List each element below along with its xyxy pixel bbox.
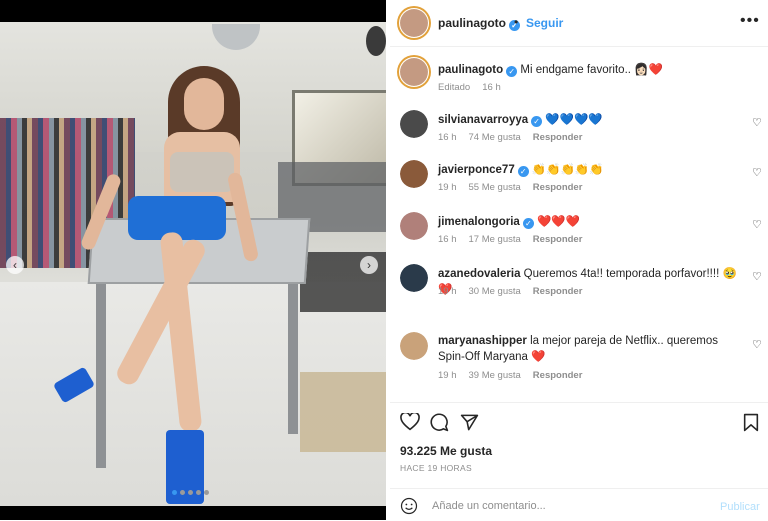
carousel-dot[interactable]	[188, 490, 193, 495]
publish-button[interactable]: Publicar	[720, 501, 760, 513]
carousel-dot[interactable]	[204, 490, 209, 495]
follow-button[interactable]: Seguir	[526, 16, 563, 30]
photo-table-leg	[96, 278, 106, 468]
comment-time: 19 h	[438, 182, 457, 193]
comment-meta: 19 h 30 Me gusta Responder	[438, 286, 594, 297]
caption-edited-label: Editado	[438, 82, 471, 93]
comment-time: 19 h	[438, 370, 457, 381]
reply-button[interactable]: Responder	[533, 234, 583, 245]
commenter-avatar[interactable]	[400, 212, 428, 240]
comment-meta: 19 h 55 Me gusta Responder	[438, 182, 594, 193]
comment-likes[interactable]: 30 Me gusta	[469, 286, 521, 297]
comment-like-heart-icon[interactable]: ♡	[752, 166, 762, 179]
emoji-smiley-icon[interactable]	[400, 497, 418, 515]
comment-username[interactable]: azanedovaleria	[438, 268, 520, 280]
post-date[interactable]: HACE 19 HORAS	[400, 463, 472, 473]
comment-meta: 19 h 39 Me gusta Responder	[438, 370, 594, 381]
caption-body: Mi endgame favorito..	[520, 64, 635, 76]
verified-badge-icon: ✓	[522, 218, 534, 229]
comment-emoji: ❤️❤️❤️	[537, 214, 580, 228]
comment-like-heart-icon[interactable]: ♡	[752, 338, 762, 351]
comment-text: jimenalongoria ✓ ❤️❤️❤️	[438, 214, 738, 230]
reply-button[interactable]: Responder	[533, 182, 583, 193]
more-options-icon[interactable]: •••	[740, 12, 760, 30]
carousel-next-button[interactable]: ›	[360, 256, 378, 274]
carousel-dot[interactable]	[172, 490, 177, 495]
comment-emoji: ❤️	[531, 349, 546, 363]
comment-like-heart-icon[interactable]: ♡	[752, 116, 762, 129]
caption-time: 16 h	[482, 82, 501, 93]
comment-like-heart-icon[interactable]: ♡	[752, 218, 762, 231]
comment-emoji: 💙💙💙💙	[545, 112, 603, 126]
photo-person-top	[170, 152, 234, 192]
verified-badge-icon: ✓	[531, 116, 543, 127]
caption-emoji: 👩🏻‍❤️	[634, 62, 663, 76]
author-avatar[interactable]	[400, 9, 428, 37]
caption-meta: Editado 16 h	[438, 82, 513, 93]
post-header: paulinagoto ✓ • Seguir •••	[390, 0, 768, 47]
post-media-pane: ‹ ›	[0, 0, 386, 520]
share-paper-plane-icon[interactable]	[460, 413, 479, 432]
comment-composer: Publicar	[390, 488, 768, 521]
author-avatar[interactable]	[400, 58, 428, 86]
photo-person-face	[184, 78, 224, 130]
commenter-avatar[interactable]	[400, 160, 428, 188]
comment-like-heart-icon[interactable]: ♡	[752, 270, 762, 283]
comment-input[interactable]	[430, 495, 704, 517]
photo-table-leg	[288, 274, 298, 434]
comment-text: silvianavarroyya ✓ 💙💙💙💙	[438, 112, 738, 128]
comment-emoji: 👏👏👏👏👏	[531, 162, 604, 176]
like-heart-icon[interactable]	[400, 413, 420, 431]
comment-text: maryanashipper la mejor pareja de Netfli…	[438, 334, 738, 365]
verified-badge-icon: ✓	[517, 166, 529, 177]
commenter-avatar[interactable]	[400, 264, 428, 292]
carousel-dots	[172, 490, 209, 495]
photo-director-chair	[300, 252, 386, 452]
comment-likes[interactable]: 74 Me gusta	[469, 132, 521, 143]
post-actions	[390, 402, 768, 441]
commenter-avatar[interactable]	[400, 110, 428, 138]
post-photo[interactable]	[0, 22, 386, 506]
reply-button[interactable]: Responder	[533, 286, 583, 297]
commenter-avatar[interactable]	[400, 332, 428, 360]
comment-meta: 16 h 74 Me gusta Responder	[438, 132, 594, 143]
caption-text: paulinagoto ✓ Mi endgame favorito.. 👩🏻‍❤️	[438, 62, 738, 78]
comment-text: javierponce77 ✓ 👏👏👏👏👏	[438, 162, 738, 178]
comment-likes[interactable]: 55 Me gusta	[469, 182, 521, 193]
verified-badge-icon: ✓	[506, 66, 518, 77]
save-bookmark-icon[interactable]	[743, 413, 759, 432]
reply-button[interactable]: Responder	[533, 132, 583, 143]
caption-username[interactable]: paulinagoto	[438, 64, 503, 76]
comment-time: 16 h	[438, 234, 457, 245]
post-sidebar: paulinagoto ✓ • Seguir ••• paulinagoto ✓ M…	[390, 0, 768, 520]
comment-bubble-icon[interactable]	[430, 413, 449, 432]
comment-body: Queremos 4ta!! temporada porfavor!!!!	[523, 268, 720, 280]
reply-button[interactable]: Responder	[533, 370, 583, 381]
carousel-prev-button[interactable]: ‹	[6, 256, 24, 274]
comment-username[interactable]: silvianavarroyya	[438, 114, 528, 126]
photo-clock	[366, 26, 386, 56]
carousel-dot[interactable]	[180, 490, 185, 495]
comment-time: 19 h	[438, 286, 457, 297]
comment-likes[interactable]: 39 Me gusta	[469, 370, 521, 381]
comment-username[interactable]: jimenalongoria	[438, 216, 520, 228]
comment-likes[interactable]: 17 Me gusta	[469, 234, 521, 245]
comment-meta: 16 h 17 Me gusta Responder	[438, 234, 594, 245]
likes-count[interactable]: 93.225 Me gusta	[400, 444, 492, 458]
header-separator: •	[514, 15, 519, 29]
author-username[interactable]: paulinagoto ✓	[438, 16, 520, 31]
comment-time: 16 h	[438, 132, 457, 143]
comment-username[interactable]: javierponce77	[438, 164, 515, 176]
carousel-dot[interactable]	[196, 490, 201, 495]
comment-username[interactable]: maryanashipper	[438, 335, 527, 347]
